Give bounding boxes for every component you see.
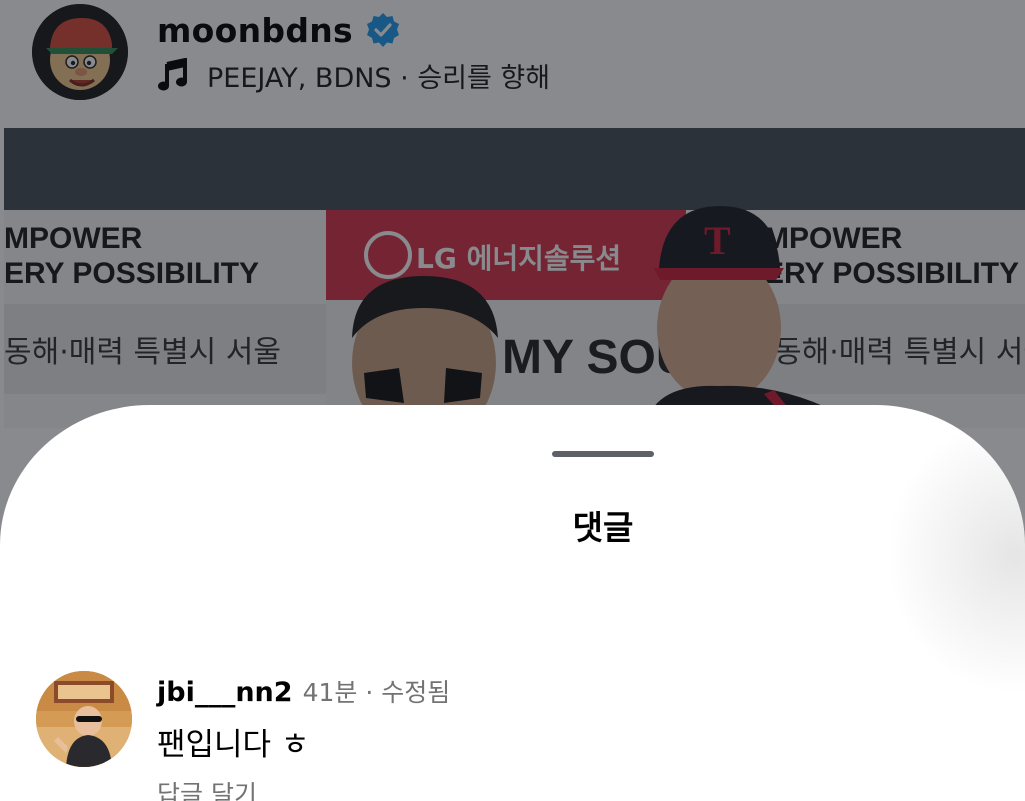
comment-author-avatar[interactable] bbox=[36, 671, 132, 767]
comment-username[interactable]: jbi___nn2 bbox=[157, 677, 293, 708]
comment-text: 팬입니다 ㅎ bbox=[157, 727, 310, 763]
comment-header: jbi___nn2 41분 · 수정됨 bbox=[157, 673, 450, 709]
banner-right-line3: 동해·매력 특별시 서울 bbox=[774, 335, 1025, 370]
banner-right-line1: MPOWER bbox=[764, 222, 903, 255]
music-track-text: PEEJAY, BDNS · 승리를 향해 bbox=[207, 62, 551, 94]
sheet-title: 댓글 bbox=[572, 508, 634, 547]
banner-center-brand: LG 에너지솔루션 bbox=[416, 242, 621, 275]
comments-sheet: 댓글 jbi___nn2 41분 · 수정됨 팬입니다 ㅎ 답글 달기 bbox=[0, 405, 1025, 801]
banner-left-line3: 동해·매력 특별시 서울 bbox=[4, 335, 281, 370]
music-attribution[interactable]: PEEJAY, BDNS · 승리를 향해 bbox=[157, 56, 550, 94]
banner-left-line2: ERY POSSIBILITY bbox=[4, 257, 259, 290]
music-note-icon bbox=[157, 57, 189, 92]
verified-badge-icon bbox=[365, 12, 401, 48]
instagram-post-screen: moonbdns PEEJAY, BDNS · 승리를 향해 MPOWER ER… bbox=[0, 0, 1025, 801]
post-header: moonbdns PEEJAY, BDNS · 승리를 향해 bbox=[0, 0, 1025, 128]
username-row: moonbdns bbox=[157, 8, 401, 52]
post-photo[interactable]: MPOWER ERY POSSIBILITY 동해·매력 특별시 서울 LG 에… bbox=[4, 128, 1025, 428]
cap-letter: T bbox=[704, 218, 731, 263]
post-author-avatar[interactable] bbox=[32, 4, 128, 100]
sheet-edge-shadow bbox=[885, 415, 1025, 695]
comment-meta: 41분 · 수정됨 bbox=[302, 678, 451, 707]
banner-right-line2: ERY POSSIBILITY bbox=[764, 257, 1019, 290]
reply-button[interactable]: 답글 달기 bbox=[157, 775, 257, 801]
post-username[interactable]: moonbdns bbox=[157, 11, 353, 50]
sheet-grabber-handle[interactable] bbox=[552, 451, 654, 457]
banner-left-line1: MPOWER bbox=[4, 222, 143, 255]
